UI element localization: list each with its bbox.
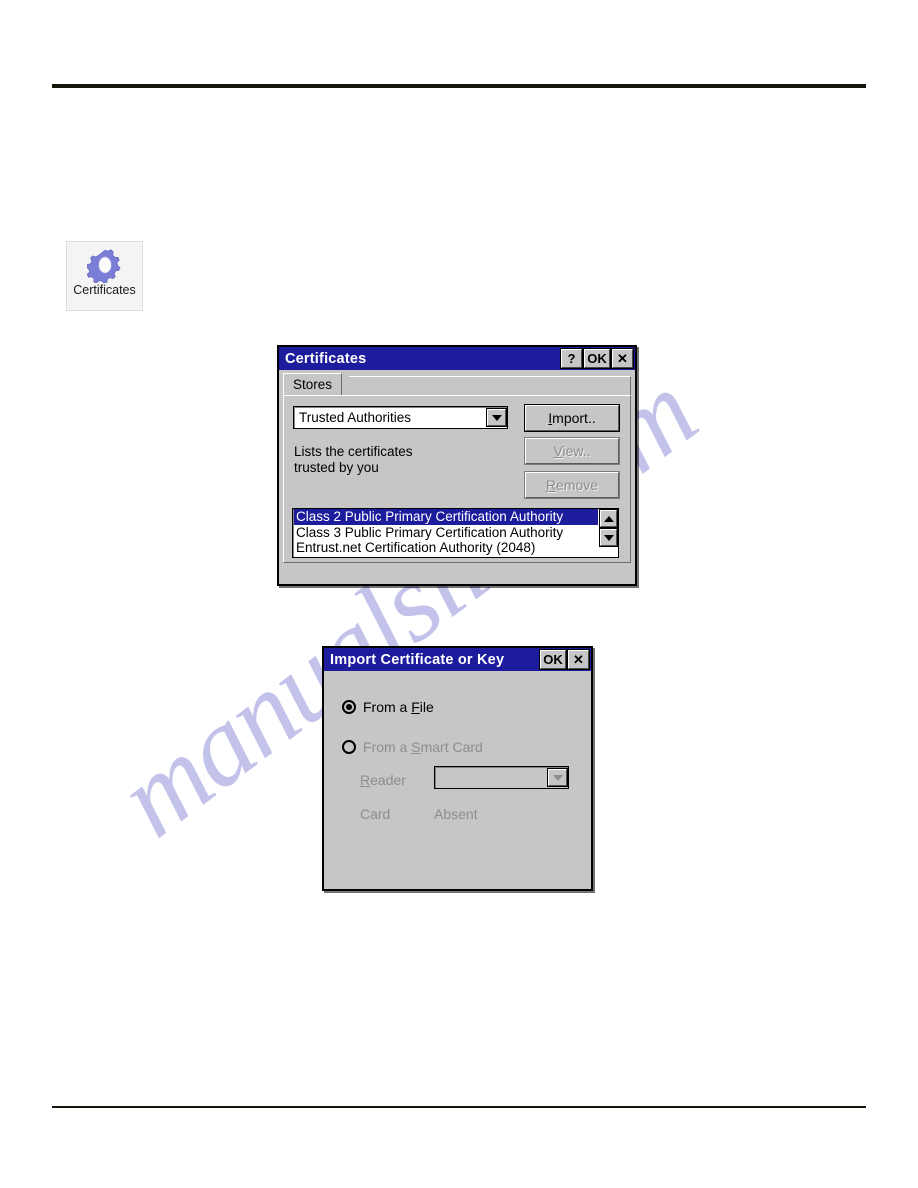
certificates-titlebar: Certificates ? OK ✕ (279, 347, 635, 370)
scroll-up-icon[interactable] (599, 509, 618, 528)
radio-from-a-smart-card[interactable]: From a Smart Card (342, 739, 483, 755)
import-titlebar-buttons: OK ✕ (539, 649, 591, 670)
certificates-title: Certificates (285, 350, 367, 367)
stores-tab-panel: Trusted Authorities Lists the certificat… (283, 395, 631, 563)
radio-from-a-file[interactable]: From a File (342, 699, 434, 715)
certificates-dialog: Certificates ? OK ✕ Stores Trusted Autho… (277, 345, 637, 586)
gear-icon (67, 242, 142, 286)
radio-from-a-file-label: From a File (363, 699, 434, 715)
desktop-icon-certificates[interactable]: Certificates (66, 241, 143, 311)
list-item[interactable]: Class 2 Public Primary Certification Aut… (294, 509, 598, 525)
certificate-list: Class 2 Public Primary Certification Aut… (293, 509, 598, 557)
tabstrip-filler (349, 376, 631, 395)
ok-button[interactable]: OK (539, 649, 567, 670)
radio-indicator (342, 740, 356, 754)
store-combo-value: Trusted Authorities (299, 410, 412, 425)
store-combo[interactable]: Trusted Authorities (293, 406, 508, 429)
page-header-rule (52, 84, 866, 88)
import-dialog-body: From a File From a Smart Card Reader Car… (324, 671, 591, 885)
import-button[interactable]: Import.. (524, 404, 620, 432)
list-item[interactable]: Entrust.net Certification Authority (204… (294, 540, 598, 556)
desktop-icon-label: Certificates (73, 283, 136, 297)
close-button[interactable]: ✕ (567, 649, 590, 670)
radio-indicator (342, 700, 356, 714)
tab-stores[interactable]: Stores (283, 373, 343, 395)
list-item[interactable]: Class 3 Public Primary Certification Aut… (294, 525, 598, 541)
page-footer-rule (52, 1106, 866, 1108)
remove-button[interactable]: Remove (524, 471, 620, 499)
store-description: Lists the certificates trusted by you (294, 444, 413, 475)
certificate-listbox[interactable]: Class 2 Public Primary Certification Aut… (292, 508, 619, 558)
import-certificate-dialog: Import Certificate or Key OK ✕ From a Fi… (322, 646, 593, 891)
view-button[interactable]: View.. (524, 437, 620, 465)
certificate-list-scrollbar[interactable] (598, 509, 618, 557)
certificates-titlebar-buttons: ? OK ✕ (560, 348, 635, 369)
card-label: Card (360, 806, 391, 822)
reader-label: Reader (360, 772, 406, 788)
reader-combo[interactable] (434, 766, 569, 789)
certificates-tabstrip: Stores (283, 373, 631, 395)
radio-from-a-smart-card-label: From a Smart Card (363, 739, 483, 755)
import-titlebar: Import Certificate or Key OK ✕ (324, 648, 591, 671)
help-button[interactable]: ? (560, 348, 583, 369)
scroll-down-icon[interactable] (599, 528, 618, 547)
card-status-value: Absent (434, 806, 478, 822)
close-button[interactable]: ✕ (611, 348, 634, 369)
import-title: Import Certificate or Key (330, 651, 505, 668)
ok-button[interactable]: OK (583, 348, 611, 369)
chevron-down-icon[interactable] (486, 408, 507, 427)
chevron-down-icon[interactable] (547, 768, 568, 787)
